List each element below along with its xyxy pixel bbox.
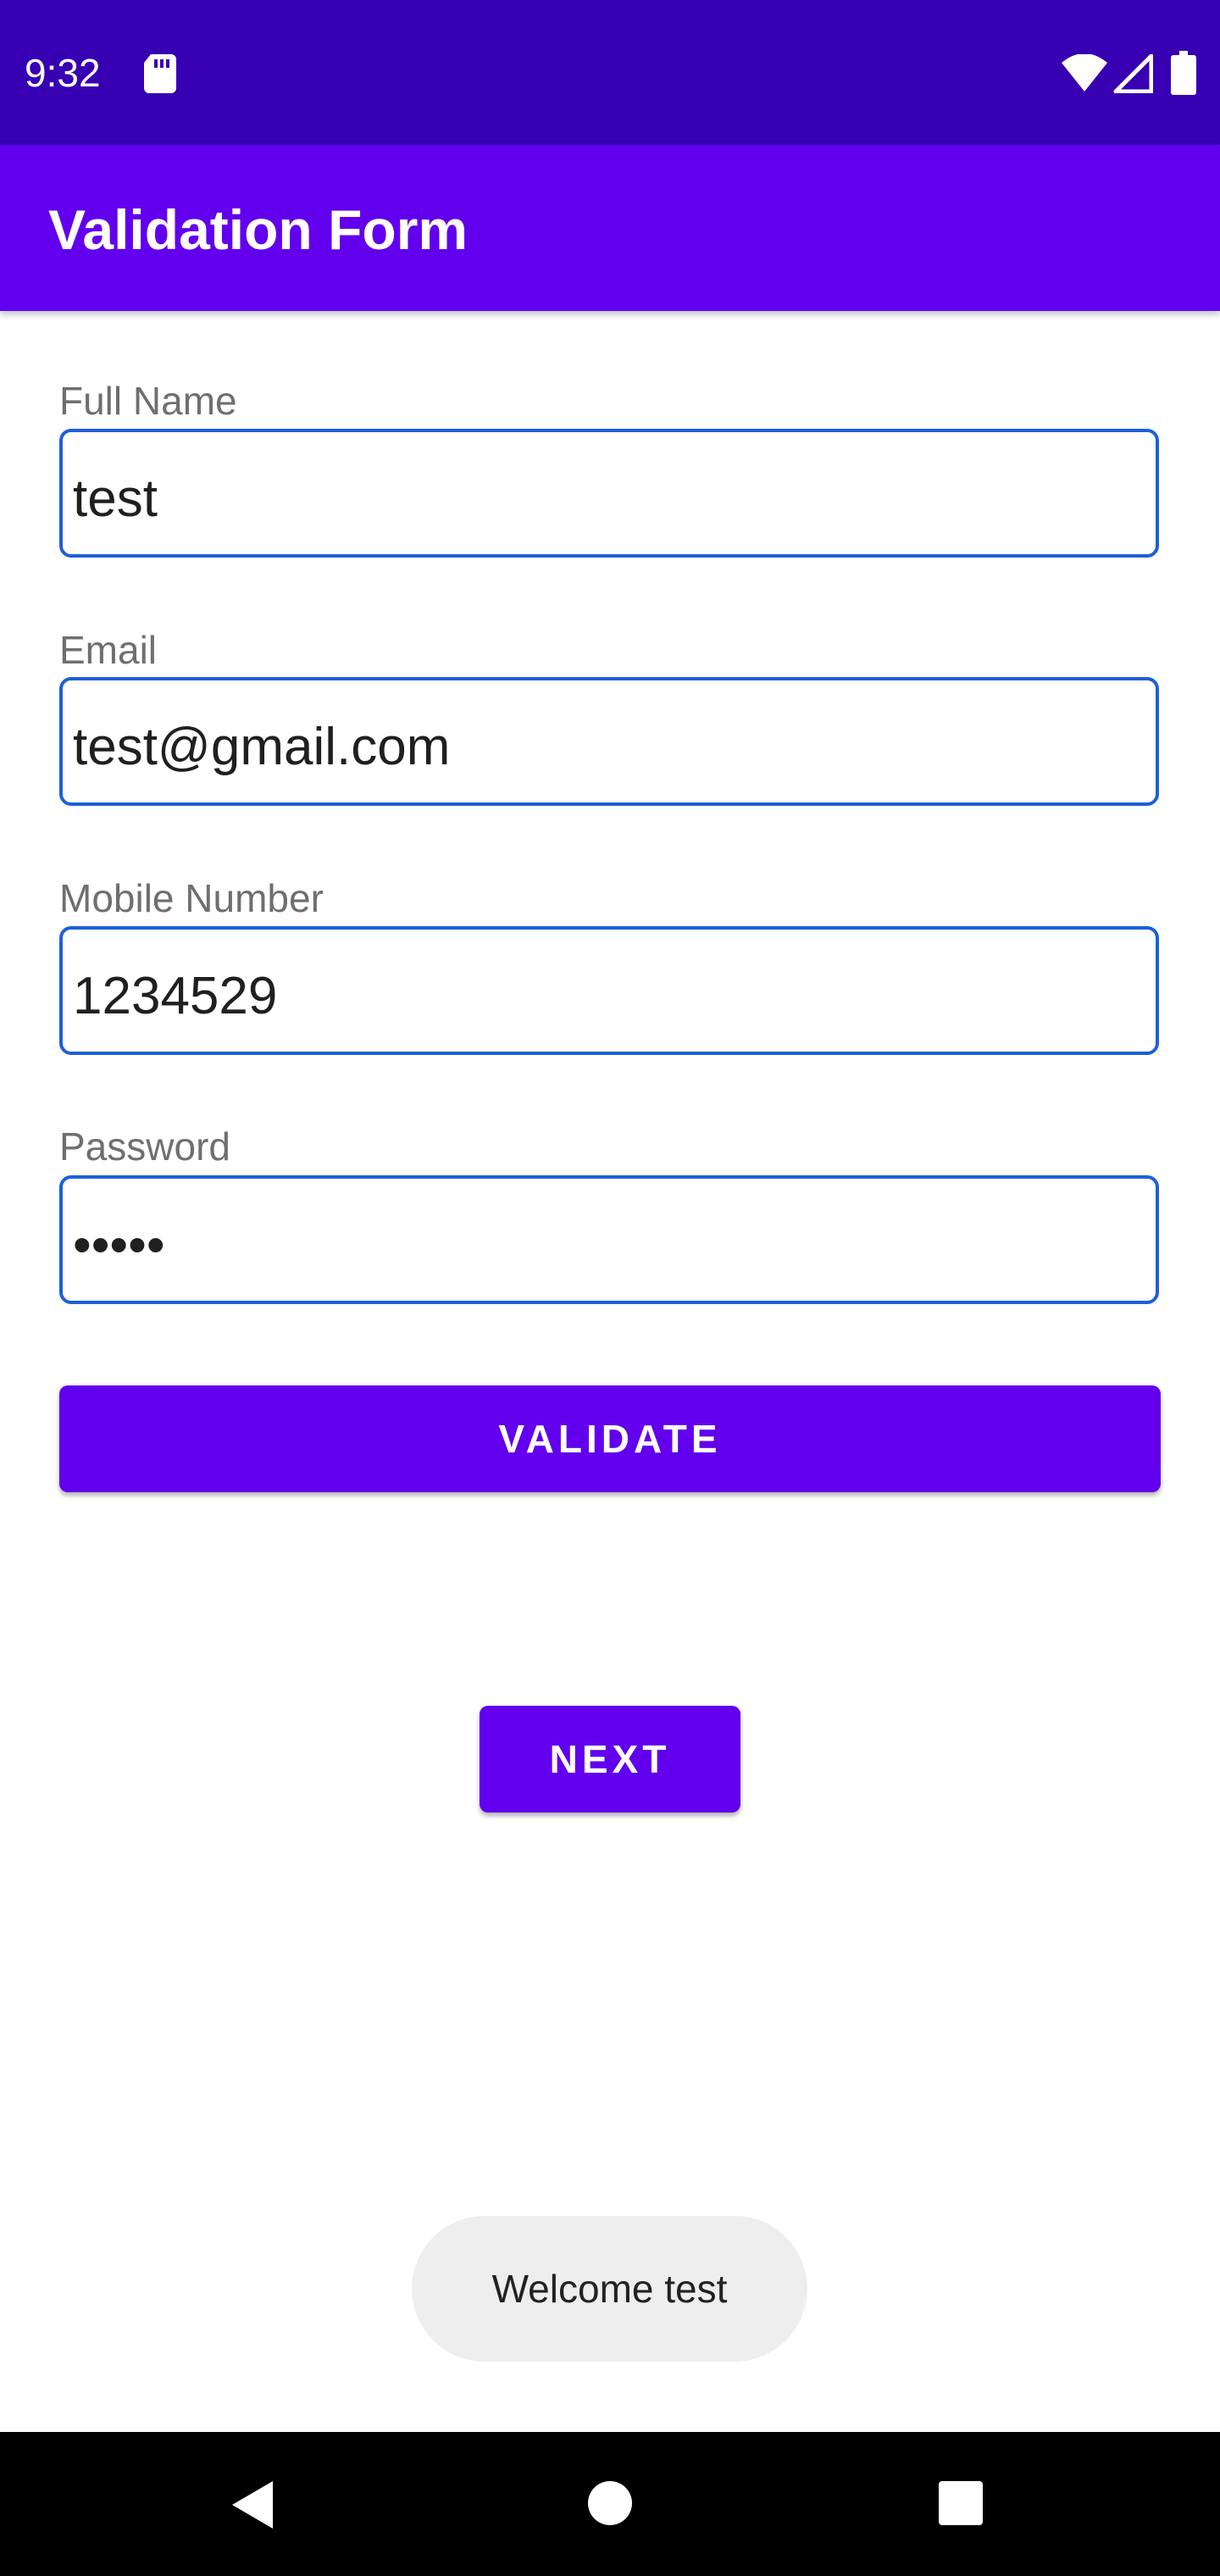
full-name-field[interactable]: test	[59, 429, 1159, 558]
email-label: Email	[59, 628, 158, 672]
next-button[interactable]: NEXT	[480, 1706, 740, 1813]
navigation-bar	[0, 2432, 1220, 2576]
password-field[interactable]: •••••	[59, 1175, 1159, 1304]
back-icon[interactable]	[229, 2479, 276, 2530]
email-field[interactable]: test@gmail.com	[59, 677, 1159, 806]
validate-button[interactable]: VALIDATE	[59, 1385, 1161, 1492]
email-value: test@gmail.com	[73, 718, 451, 776]
mobile-number-label: Mobile Number	[59, 876, 324, 920]
full-name-label: Full Name	[59, 379, 237, 423]
mobile-number-field[interactable]: 1234529	[59, 926, 1159, 1055]
status-bar: 9:32	[0, 0, 1220, 145]
full-name-value: test	[73, 469, 158, 528]
password-label: Password	[59, 1124, 230, 1169]
app-bar: Validation Form	[0, 145, 1220, 311]
mobile-number-value: 1234529	[73, 967, 278, 1025]
recents-icon[interactable]	[939, 2481, 983, 2525]
status-time: 9:32	[25, 51, 101, 95]
page-title: Validation Form	[48, 198, 469, 261]
signal-icon	[1113, 54, 1153, 93]
wifi-icon	[1062, 54, 1107, 92]
sd-card-icon	[144, 54, 176, 93]
toast-message: Welcome test	[412, 2216, 807, 2362]
password-value: •••••	[73, 1216, 165, 1274]
home-icon[interactable]	[586, 2479, 634, 2527]
battery-icon	[1171, 51, 1196, 95]
